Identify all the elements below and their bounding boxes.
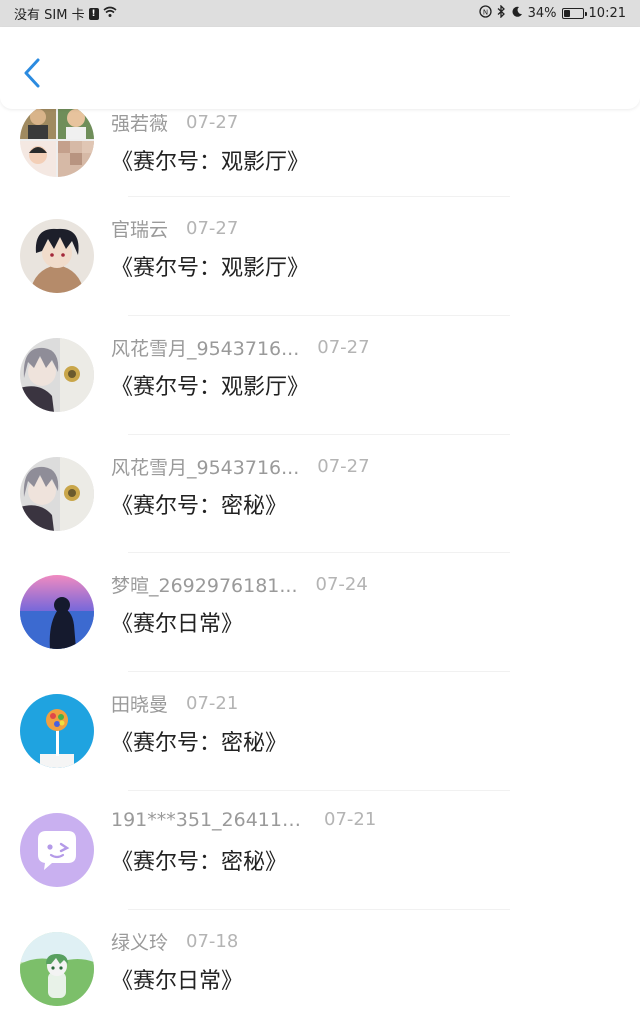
item-date: 07-27 [317,455,370,477]
list-item[interactable]: 强若薇 07-27 《赛尔号：观影厅》 [0,109,640,197]
battery-percent: 34% [527,6,557,21]
sim-alert-icon: ! [88,7,99,20]
header-bar [0,27,640,109]
item-meta: 191***351_264112.. 07-21 [111,809,376,831]
bluetooth-icon [497,4,506,22]
user-name: 绿义玲 [111,931,169,954]
user-name: 田晓曼 [111,694,169,717]
user-name: 官瑞云 [111,219,169,241]
item-date: 07-21 [324,809,377,831]
status-bar: 没有 SIM 卡 ! N 34% 10:21 [0,0,640,27]
carrier-text: 没有 SIM 卡 [14,8,85,23]
item-meta: 官瑞云 07-27 [111,215,238,242]
item-date: 07-21 [186,693,239,715]
avatar[interactable] [20,812,94,887]
list-item[interactable]: 191***351_264112.. 07-21 《赛尔号：密秘》 [0,791,640,910]
list-item[interactable]: 风花雪月_9543716... 07-27 《赛尔号：密秘》 [0,435,640,554]
battery-icon [561,8,587,19]
item-meta: 绿义玲 07-18 [111,928,238,955]
user-name: 梦暄_2692976181... [111,575,298,598]
avatar[interactable] [20,109,94,177]
list-item[interactable]: 风花雪月_9543716... 07-27 《赛尔号：观影厅》 [0,316,640,435]
item-meta: 梦暄_2692976181... 07-24 [111,571,368,598]
moon-icon [511,6,523,22]
item-title: 《赛尔号：观影厅》 [111,150,310,175]
chevron-left-icon [24,58,40,88]
item-title: 《赛尔日常》 [111,612,244,638]
list-item[interactable]: 官瑞云 07-27 《赛尔号：观影厅》 [0,197,640,316]
user-name: 风花雪月_9543716... [111,456,300,479]
list-item[interactable]: 绿义玲 07-18 《赛尔日常》 [0,910,640,1024]
item-meta: 田晓曼 07-21 [111,690,238,717]
user-name: 191***351_264112.. [111,808,306,831]
avatar[interactable] [20,931,94,1006]
back-button[interactable] [18,55,50,91]
clock-time: 10:21 [588,6,626,21]
svg-text:N: N [483,9,488,17]
avatar[interactable] [20,219,94,293]
item-title: 《赛尔日常》 [111,968,244,994]
item-title: 《赛尔号：观影厅》 [111,256,310,281]
item-date: 07-27 [186,218,239,239]
wifi-icon [103,6,117,22]
avatar[interactable] [20,694,94,769]
user-name: 强若薇 [111,113,169,135]
item-meta: 风花雪月_9543716... 07-27 [111,334,370,361]
avatar[interactable] [20,456,94,531]
list-item[interactable]: 田晓曼 07-21 《赛尔号：密秘》 [0,672,640,791]
item-title: 《赛尔号：密秘》 [111,493,288,519]
nfc-icon: N [478,5,492,22]
item-date: 07-24 [315,574,368,596]
list-item[interactable]: 梦暄_2692976181... 07-24 《赛尔日常》 [0,553,640,673]
item-title: 《赛尔号：密秘》 [111,731,288,757]
item-date: 07-27 [317,336,370,358]
avatar[interactable] [20,575,94,650]
user-name: 风花雪月_9543716... [111,337,300,360]
avatar[interactable] [20,337,94,412]
item-meta: 强若薇 07-27 [111,109,238,136]
item-title: 《赛尔号：密秘》 [111,849,288,875]
item-date: 07-27 [186,112,239,133]
item-meta: 风花雪月_9543716... 07-27 [111,453,370,480]
item-title: 《赛尔号：观影厅》 [111,374,310,400]
item-date: 07-18 [186,930,239,952]
history-list: 强若薇 07-27 《赛尔号：观影厅》 官瑞云 07-27 《赛尔号：观影厅》 风花雪月… [0,109,640,1024]
